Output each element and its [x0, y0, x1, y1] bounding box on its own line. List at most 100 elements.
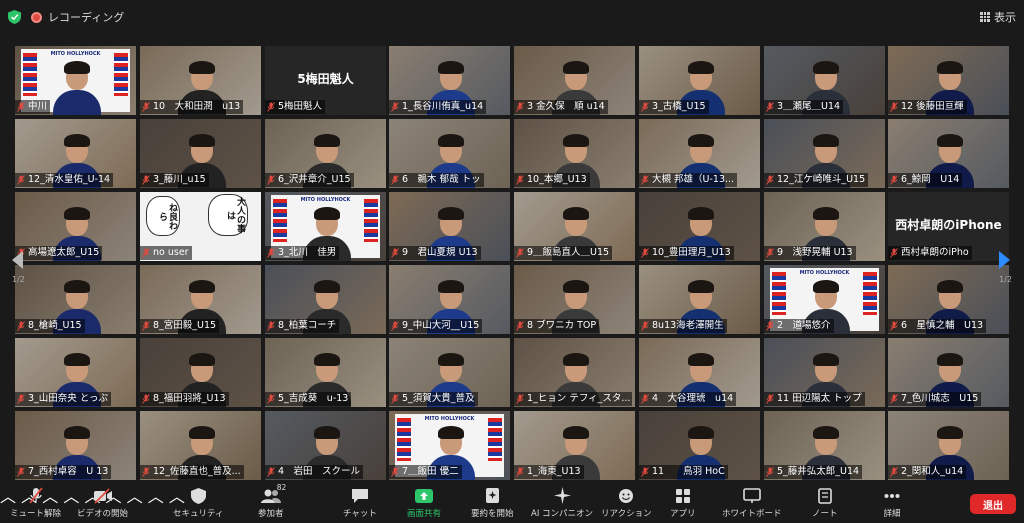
participant-tile[interactable]: 3_古橋_U15 [639, 46, 760, 115]
participant-tile[interactable]: 8_福田羽將_U13 [140, 338, 261, 407]
participant-tile[interactable]: 10_本郷_U13 [514, 119, 635, 188]
participant-name: 中川 [28, 101, 48, 112]
participant-tile[interactable]: 5梅田魁人 5梅田魁人 [265, 46, 386, 115]
participant-name-bar: 3 金久保 順 u14 [514, 100, 608, 114]
shield-check-icon[interactable] [8, 10, 21, 24]
participant-tile[interactable]: 5_藤井弘太郎_U14 [764, 411, 885, 480]
participant-tile[interactable]: 8_宮田毅_U15 [140, 265, 261, 334]
view-label: 表示 [994, 11, 1016, 24]
speech-bubble: ね良わら [146, 196, 180, 236]
participant-tile[interactable]: MITO HOLLYHOCK 中川 [15, 46, 136, 115]
participant-tile[interactable]: MITO HOLLYHOCK 2 道場悠介 [764, 265, 885, 334]
more-button[interactable]: 詳細 [882, 487, 902, 519]
participant-tile[interactable]: 3_藤川_u15 [140, 119, 261, 188]
participant-tile[interactable]: 3 金久保 順 u14 [514, 46, 635, 115]
participant-tile[interactable]: 8 ブワニカ TOP [514, 265, 635, 334]
participant-tile[interactable]: 大槻 邦雄（U-13... [639, 119, 760, 188]
participant-name: 9 浅野晃輔 U13 [777, 247, 853, 258]
microphone-muted-icon [142, 175, 150, 185]
chevron-left-icon [12, 251, 23, 269]
participant-tile[interactable]: 5_須賀大貴_普及 [389, 338, 510, 407]
participant-tile[interactable]: 7_色川城志 U15 [888, 338, 1009, 407]
participant-tile[interactable]: 2_関和人_u14 [888, 411, 1009, 480]
participant-tile[interactable]: 10_豊田理月_U13 [639, 192, 760, 261]
participants-button[interactable]: 82 参加者 [258, 483, 286, 519]
participant-name: 5_藤井弘太郎_U14 [777, 466, 860, 477]
participant-tile[interactable]: 8_柏葉コーチ [265, 265, 386, 334]
participant-tile[interactable]: 4 岩田 スクール [265, 411, 386, 480]
participant-tile[interactable]: 7_西村卓容 U 13 [15, 411, 136, 480]
participant-name: 7_西村卓容 U 13 [28, 466, 109, 477]
participant-tile[interactable]: 11 鳥羽 HoC [639, 411, 760, 480]
participant-tile[interactable]: 6 鵜木 郁哉 トッ [389, 119, 510, 188]
whiteboard-caret-icon[interactable]: ︿ [148, 487, 164, 506]
participant-tile[interactable]: 8u13海老澤開生 [639, 265, 760, 334]
participant-tile[interactable]: 6_沢井章介_U15 [265, 119, 386, 188]
participant-tile[interactable]: 1_ヒョン テフィ_スタ... [514, 338, 635, 407]
participant-name: 高場遼太郎_U15 [28, 247, 100, 258]
ai-companion-button[interactable]: AI コンパニオン [531, 487, 593, 519]
microphone-muted-icon [766, 102, 774, 112]
participant-name-bar: 中川 [15, 100, 51, 114]
sponsor-strip [364, 199, 378, 242]
participant-tile[interactable]: 10 大和田潤 u13 [140, 46, 261, 115]
participant-tile[interactable]: 6 星慎之輔 U13 [888, 265, 1009, 334]
leave-button[interactable]: 退出 [970, 494, 1016, 514]
participant-tile[interactable]: 12 後藤田亘輝 [888, 46, 1009, 115]
apps-caret-icon[interactable]: ︿ [127, 487, 143, 506]
participant-tile[interactable]: 3＿瀬尾＿U14 [764, 46, 885, 115]
security-button[interactable]: セキュリティ [173, 487, 224, 519]
whiteboard-button[interactable]: ホワイトボード [722, 487, 782, 519]
participant-tile[interactable]: 4 大谷理琥 u14 [639, 338, 760, 407]
recording-label[interactable]: レコーディング [48, 9, 124, 25]
previous-page-button[interactable]: 1/2 [12, 251, 25, 284]
share-screen-button[interactable]: 画面共有 [407, 487, 441, 519]
participant-name-bar: 大槻 邦雄（U-13... [639, 173, 738, 187]
reactions-button[interactable]: リアクション [601, 487, 652, 519]
microphone-muted-icon [391, 248, 399, 258]
participant-name: 12_江ケ崎唯斗_U15 [777, 174, 866, 185]
microphone-muted-icon [17, 394, 25, 404]
microphone-muted-icon [516, 394, 524, 404]
participant-tile[interactable]: 6_鯨岡 U14 [888, 119, 1009, 188]
participant-tile[interactable]: 9＿飯島直人＿U15 [514, 192, 635, 261]
participant-tile[interactable]: 西村卓朗のiPhone 西村卓朗のiPho [888, 192, 1009, 261]
participant-tile[interactable]: 11 田辺陽太 トップ [764, 338, 885, 407]
participant-name-bar: 9_中山大河__U15 [389, 319, 483, 333]
participant-name: 3_古橋_U15 [652, 101, 706, 112]
participant-name: 2 道場悠介 [777, 320, 831, 331]
participant-name-bar: 12_清水皇佑_U-14 [15, 173, 114, 187]
participant-tile[interactable]: 高場遼太郎_U15 [15, 192, 136, 261]
participant-tile[interactable]: 5_吉成葵 u-13 [265, 338, 386, 407]
start-video-button[interactable]: ビデオの開始 [77, 487, 128, 519]
participant-tile[interactable]: 8_槍崎_U15 [15, 265, 136, 334]
participant-tile[interactable]: MITO HOLLYHOCK 3_北川 佳男 [265, 192, 386, 261]
participant-name: 9＿飯島直人＿U15 [527, 247, 610, 258]
participant-tile[interactable]: ね良わら 大人の事は no user [140, 192, 261, 261]
participant-tile[interactable]: 1_長谷川侑真_u14 [389, 46, 510, 115]
notes-button[interactable]: ノート [812, 487, 838, 519]
participant-tile[interactable]: 3_山田奈央 とっぷ [15, 338, 136, 407]
start-summary-button[interactable]: 要約を開始 [471, 487, 514, 519]
microphone-muted-icon [890, 467, 898, 477]
participant-tile[interactable]: 9 君山夏規 U13 [389, 192, 510, 261]
participant-name-bar: 8_宮田毅_U15 [140, 319, 220, 333]
mute-button[interactable]: ミュート解除 [10, 487, 61, 519]
microphone-muted-icon [142, 394, 150, 404]
participant-tile[interactable]: 12_佐藤直也_普及... [140, 411, 261, 480]
participant-tile[interactable]: 12_江ケ崎唯斗_U15 [764, 119, 885, 188]
top-bar: レコーディング 表示 [0, 0, 1024, 34]
participant-tile[interactable]: MITO HOLLYHOCK 7＿飯田 優二 [389, 411, 510, 480]
chat-button[interactable]: チャット [343, 487, 377, 519]
participant-tile[interactable]: 9 浅野晃輔 U13 [764, 192, 885, 261]
participant-tile[interactable]: 1_海東_U13 [514, 411, 635, 480]
apps-button[interactable]: アプリ [670, 487, 696, 519]
sponsor-strip [772, 272, 786, 315]
participant-tile[interactable]: 12_清水皇佑_U-14 [15, 119, 136, 188]
participant-tile[interactable]: 9_中山大河__U15 [389, 265, 510, 334]
participant-name-bar: 8 ブワニカ TOP [514, 319, 600, 333]
team-logo-text: MITO HOLLYHOCK [50, 51, 101, 57]
participant-video [52, 60, 101, 115]
next-page-button[interactable]: 1/2 [999, 251, 1012, 284]
view-button[interactable]: 表示 [980, 9, 1016, 25]
